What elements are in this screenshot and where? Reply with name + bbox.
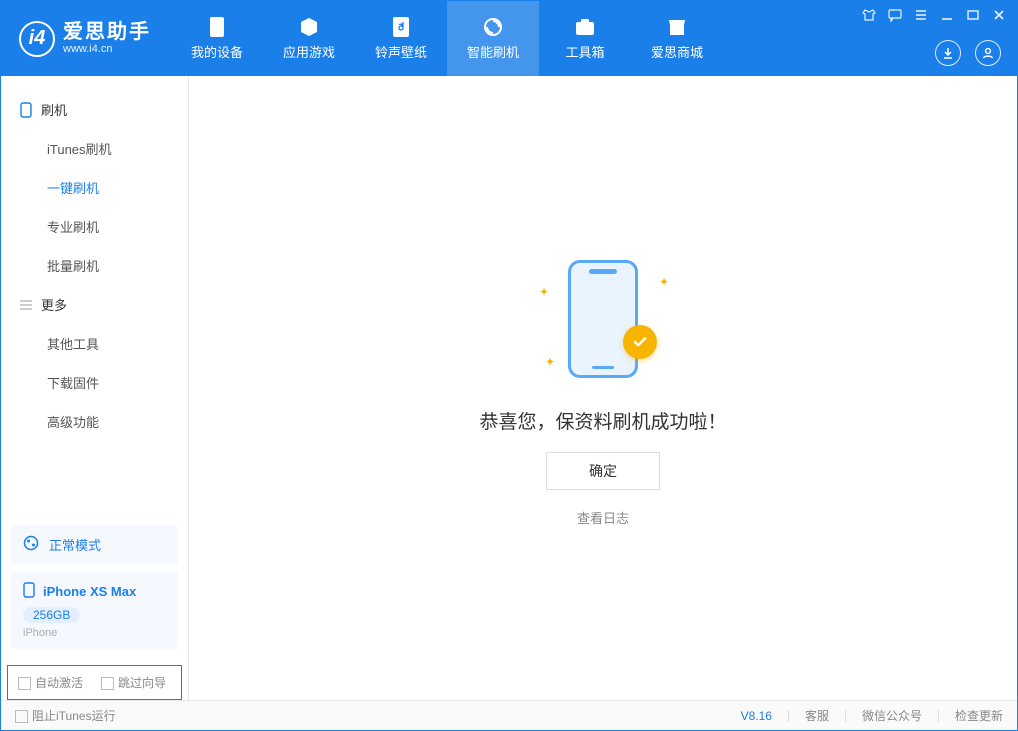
sidebar-item-download-firmware[interactable]: 下载固件 (1, 363, 188, 402)
sidebar-item-other-tools[interactable]: 其他工具 (1, 324, 188, 363)
cube-icon (298, 16, 320, 38)
sidebar-item-pro-flash[interactable]: 专业刷机 (1, 207, 188, 246)
sidebar-section-more: 更多 (1, 285, 188, 324)
music-file-icon (390, 16, 412, 38)
sparkle-icon: ✦ (545, 355, 555, 369)
menu-icon[interactable] (913, 7, 929, 23)
phone-illustration-icon (568, 260, 638, 378)
checkbox-auto-activate[interactable]: 自动激活 (18, 674, 83, 691)
logo-area: i4 爱思助手 www.i4.cn (1, 1, 171, 76)
refresh-shield-icon (482, 16, 504, 38)
tab-apps-games[interactable]: 应用游戏 (263, 1, 355, 76)
phone-icon (19, 103, 33, 117)
sidebar-section-flash: 刷机 (1, 90, 188, 129)
device-mode-card[interactable]: 正常模式 (11, 525, 178, 564)
section-title: 刷机 (41, 100, 67, 119)
footer-bar: 阻止iTunes运行 V8.16 客服 微信公众号 检查更新 (1, 700, 1017, 730)
checkbox-icon (18, 677, 31, 690)
sidebar-item-advanced[interactable]: 高级功能 (1, 402, 188, 441)
success-illustration: ✦ ✦ ✦ (523, 249, 683, 389)
sidebar: 刷机 iTunes刷机 一键刷机 专业刷机 批量刷机 更多 其他工具 下载固件 … (1, 76, 189, 700)
app-subtitle: www.i4.cn (63, 43, 151, 55)
ok-button[interactable]: 确定 (546, 452, 660, 490)
checkbox-block-itunes[interactable]: 阻止iTunes运行 (15, 707, 116, 724)
briefcase-icon (574, 16, 596, 38)
checkbox-icon (15, 710, 28, 723)
divider (938, 710, 939, 722)
checkbox-icon (101, 677, 114, 690)
sidebar-item-batch-flash[interactable]: 批量刷机 (1, 246, 188, 285)
tab-label: 智能刷机 (467, 42, 519, 61)
tab-my-device[interactable]: 我的设备 (171, 1, 263, 76)
shop-icon (666, 16, 688, 38)
download-button[interactable] (935, 40, 961, 66)
device-name-label: iPhone XS Max (43, 584, 136, 599)
tab-ringtones-wallpapers[interactable]: 铃声壁纸 (355, 1, 447, 76)
device-type-label: iPhone (23, 627, 166, 639)
check-badge-icon (623, 325, 657, 359)
view-log-link[interactable]: 查看日志 (577, 508, 629, 527)
section-title: 更多 (41, 295, 67, 314)
user-button[interactable] (975, 40, 1001, 66)
device-card[interactable]: iPhone XS Max 256GB iPhone (11, 572, 178, 649)
options-row: 自动激活 跳过向导 (7, 665, 182, 700)
tab-label: 应用游戏 (283, 42, 335, 61)
list-icon (19, 298, 33, 312)
device-storage-badge: 256GB (23, 607, 80, 623)
tab-label: 我的设备 (191, 42, 243, 61)
tab-toolbox[interactable]: 工具箱 (539, 1, 631, 76)
tab-smart-flash[interactable]: 智能刷机 (447, 1, 539, 76)
sync-icon (23, 535, 39, 554)
phone-icon (23, 582, 35, 601)
divider (788, 710, 789, 722)
sidebar-item-itunes-flash[interactable]: iTunes刷机 (1, 129, 188, 168)
version-label: V8.16 (741, 709, 772, 723)
minimize-icon[interactable] (939, 7, 955, 23)
checkbox-label: 阻止iTunes运行 (32, 709, 116, 723)
close-icon[interactable] (991, 7, 1007, 23)
tab-store[interactable]: 爱思商城 (631, 1, 723, 76)
logo-icon: i4 (19, 21, 55, 57)
app-header: i4 爱思助手 www.i4.cn 我的设备 应用游戏 铃声壁纸 智能刷机 工具… (1, 1, 1017, 76)
divider (845, 710, 846, 722)
sidebar-item-oneclick-flash[interactable]: 一键刷机 (1, 168, 188, 207)
sparkle-icon: ✦ (659, 275, 669, 289)
skin-icon[interactable] (861, 7, 877, 23)
feedback-icon[interactable] (887, 7, 903, 23)
tab-label: 爱思商城 (651, 42, 703, 61)
device-icon (206, 16, 228, 38)
footer-link-wechat[interactable]: 微信公众号 (862, 707, 922, 724)
app-title: 爱思助手 (63, 21, 151, 43)
sparkle-icon: ✦ (539, 285, 549, 299)
footer-link-service[interactable]: 客服 (805, 707, 829, 724)
tab-label: 铃声壁纸 (375, 42, 427, 61)
maximize-icon[interactable] (965, 7, 981, 23)
nav-tabs: 我的设备 应用游戏 铃声壁纸 智能刷机 工具箱 爱思商城 (171, 1, 723, 76)
mode-label: 正常模式 (49, 535, 101, 554)
main-content: ✦ ✦ ✦ 恭喜您，保资料刷机成功啦！ 确定 查看日志 (189, 76, 1017, 700)
footer-link-update[interactable]: 检查更新 (955, 707, 1003, 724)
checkbox-label: 自动激活 (35, 676, 83, 690)
success-title: 恭喜您，保资料刷机成功啦！ (479, 407, 726, 434)
checkbox-skip-guide[interactable]: 跳过向导 (101, 674, 166, 691)
window-controls (861, 1, 1017, 76)
tab-label: 工具箱 (565, 42, 604, 61)
checkbox-label: 跳过向导 (118, 676, 166, 690)
